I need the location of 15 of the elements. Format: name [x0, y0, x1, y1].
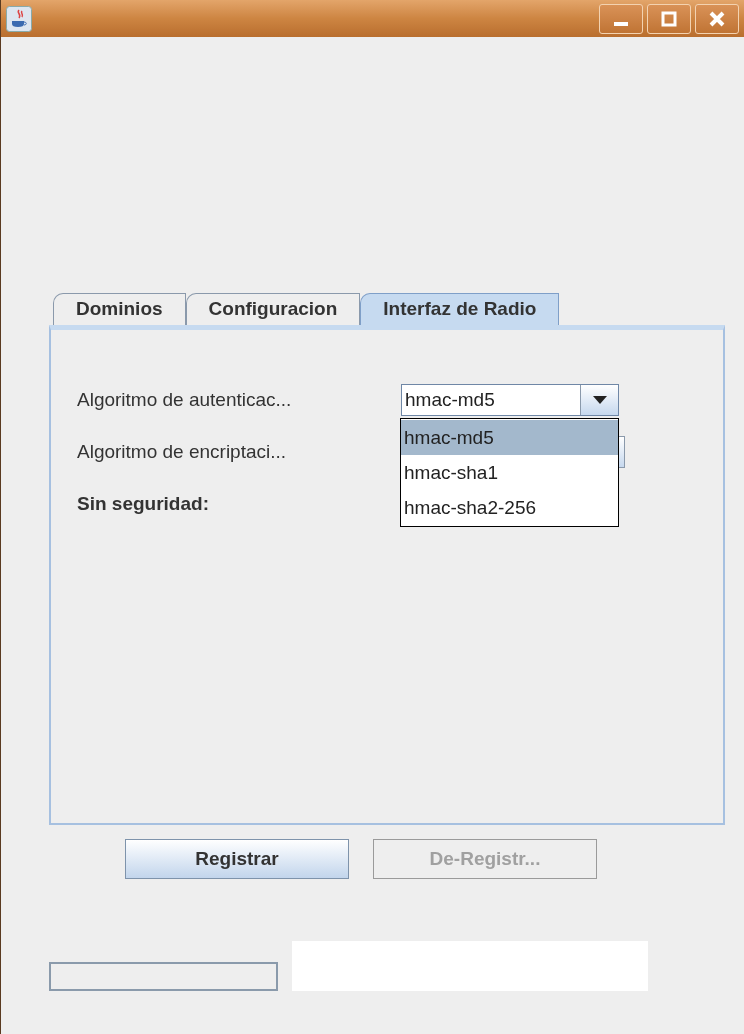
field-label: Sin seguridad: — [77, 491, 210, 516]
maximize-button[interactable] — [647, 3, 691, 34]
close-button[interactable] — [695, 3, 739, 34]
field-label: Algoritmo de encriptaci... — [77, 439, 288, 464]
caret-icon — [592, 396, 607, 404]
minimize-button[interactable] — [599, 3, 643, 34]
tab[interactable]: Interfaz de Radio — [360, 293, 560, 325]
minimize-icon — [614, 21, 628, 26]
dropdown-option[interactable]: hmac-md5 — [401, 420, 618, 455]
tab[interactable]: Configuracion — [185, 293, 361, 325]
field-label: Algoritmo de autenticac... — [77, 387, 293, 412]
dropdown[interactable]: hmac-md5 — [401, 384, 619, 416]
coffee-cup-icon — [6, 5, 32, 32]
action-button[interactable]: Registrar — [125, 839, 349, 879]
tab[interactable]: Dominios — [53, 293, 186, 325]
